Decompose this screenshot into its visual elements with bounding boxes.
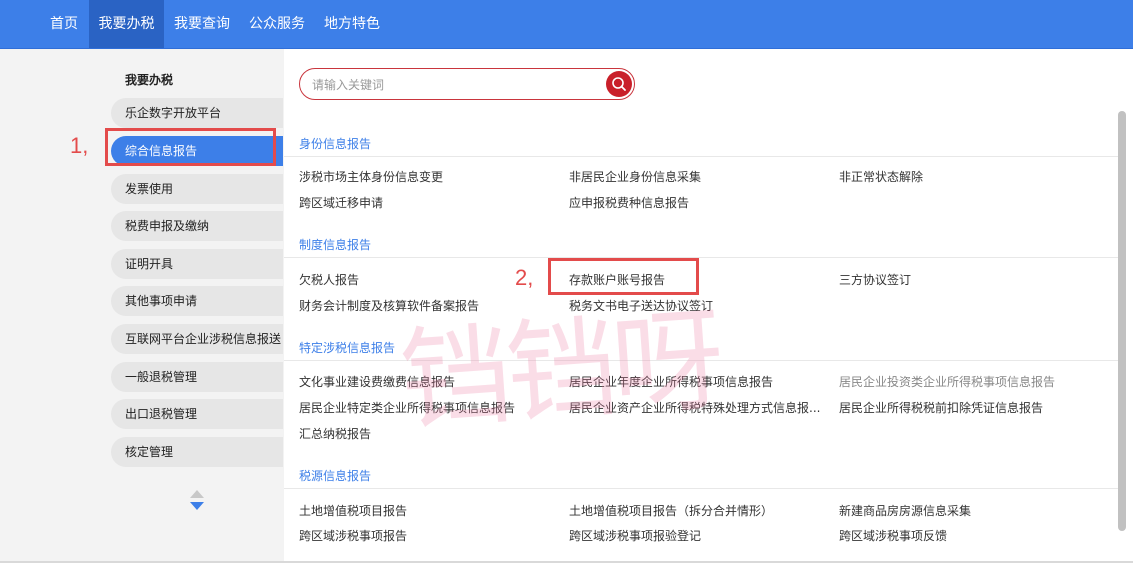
link-tax-owing-report[interactable]: 欠税人报告 [299, 271, 359, 288]
nav-item-public-service[interactable]: 公众服务 [240, 0, 314, 48]
sidebar-item-tax-declaration[interactable]: 税费申报及缴纳 [111, 211, 283, 241]
annotation-label-2: 2, [515, 265, 534, 290]
sidebar-item-leqi-platform[interactable]: 乐企数字开放平台 [111, 98, 283, 128]
sidebar: 我要办税 乐企数字开放平台 综合信息报告 发票使用 税费申报及缴纳 证明开具 其… [0, 49, 284, 563]
section-title-system: 制度信息报告 [299, 238, 372, 252]
section-title-specific: 特定涉税信息报告 [299, 341, 396, 355]
link-asset-cit-report[interactable]: 居民企业资产企业所得税特殊处理方式信息报... [569, 399, 820, 416]
link-new-housing-info[interactable]: 新建商品房房源信息采集 [839, 502, 971, 519]
link-e-delivery-agreement[interactable]: 税务文书电子送达协议签订 [569, 297, 713, 314]
link-entity-info-change[interactable]: 涉税市场主体身份信息变更 [299, 168, 443, 185]
nav-item-tax-handling[interactable]: 我要办税 [89, 0, 164, 48]
nav-item-local-feature[interactable]: 地方特色 [316, 0, 388, 48]
sidebar-item-invoice-use[interactable]: 发票使用 [111, 174, 283, 204]
annotation-box-1 [105, 128, 276, 166]
scroll-arrows-icon[interactable] [189, 489, 205, 513]
nav-item-home[interactable]: 首页 [40, 0, 88, 48]
link-tripartite-agreement[interactable]: 三方协议签订 [839, 271, 911, 288]
section-title-identity: 身份信息报告 [299, 137, 372, 151]
divider [284, 360, 1120, 361]
link-investment-cit-report[interactable]: 居民企业投资类企业所得税事项信息报告 [839, 373, 1055, 390]
link-cross-region-report[interactable]: 跨区域涉税事项报告 [299, 527, 407, 544]
sidebar-item-certificate[interactable]: 证明开具 [111, 249, 283, 279]
search-button[interactable] [606, 71, 632, 97]
divider [284, 488, 1120, 489]
search-box [299, 68, 635, 100]
link-tax-type-info[interactable]: 应申报税费种信息报告 [569, 194, 689, 211]
link-land-vat-project-split[interactable]: 土地增值税项目报告（拆分合并情形） [569, 502, 773, 519]
divider [284, 257, 1120, 258]
sidebar-item-general-refund[interactable]: 一般退税管理 [111, 362, 283, 392]
sidebar-title: 我要办税 [125, 73, 174, 87]
annotation-box-2 [548, 258, 699, 295]
link-consolidated-tax-report[interactable]: 汇总纳税报告 [299, 425, 371, 442]
annotation-label-1: 1, [70, 133, 89, 158]
link-deduction-voucher-report[interactable]: 居民企业所得税税前扣除凭证信息报告 [839, 399, 1043, 416]
sidebar-item-assessment[interactable]: 核定管理 [111, 437, 283, 467]
nav-item-query[interactable]: 我要查询 [166, 0, 238, 48]
link-cross-region-migration[interactable]: 跨区域迁移申请 [299, 194, 383, 211]
main-content: 身份信息报告 涉税市场主体身份信息变更 非居民企业身份信息采集 非正常状态解除 … [284, 49, 1133, 563]
search-input[interactable] [310, 75, 604, 95]
vertical-scrollbar[interactable] [1118, 111, 1126, 531]
link-abnormal-status-release[interactable]: 非正常状态解除 [839, 168, 923, 185]
section-title-tax-source: 税源信息报告 [299, 469, 372, 483]
link-cross-region-feedback[interactable]: 跨区域涉税事项反馈 [839, 527, 947, 544]
link-land-vat-project[interactable]: 土地增值税项目报告 [299, 502, 407, 519]
link-specific-cit-report[interactable]: 居民企业特定类企业所得税事项信息报告 [299, 399, 515, 416]
link-accounting-system-filing[interactable]: 财务会计制度及核算软件备案报告 [299, 297, 479, 314]
link-culture-fee-report[interactable]: 文化事业建设费缴费信息报告 [299, 373, 455, 390]
top-nav: 首页 我要办税 我要查询 公众服务 地方特色 [0, 0, 1133, 49]
link-annual-cit-report[interactable]: 居民企业年度企业所得税事项信息报告 [569, 373, 773, 390]
sidebar-item-internet-platform[interactable]: 互联网平台企业涉税信息报送 [111, 324, 283, 354]
link-cross-region-verification[interactable]: 跨区域涉税事项报验登记 [569, 527, 701, 544]
divider [284, 156, 1120, 157]
search-icon [612, 77, 626, 91]
sidebar-item-export-refund[interactable]: 出口退税管理 [111, 399, 283, 429]
sidebar-item-other-applications[interactable]: 其他事项申请 [111, 286, 283, 316]
link-nonresident-identity[interactable]: 非居民企业身份信息采集 [569, 168, 701, 185]
